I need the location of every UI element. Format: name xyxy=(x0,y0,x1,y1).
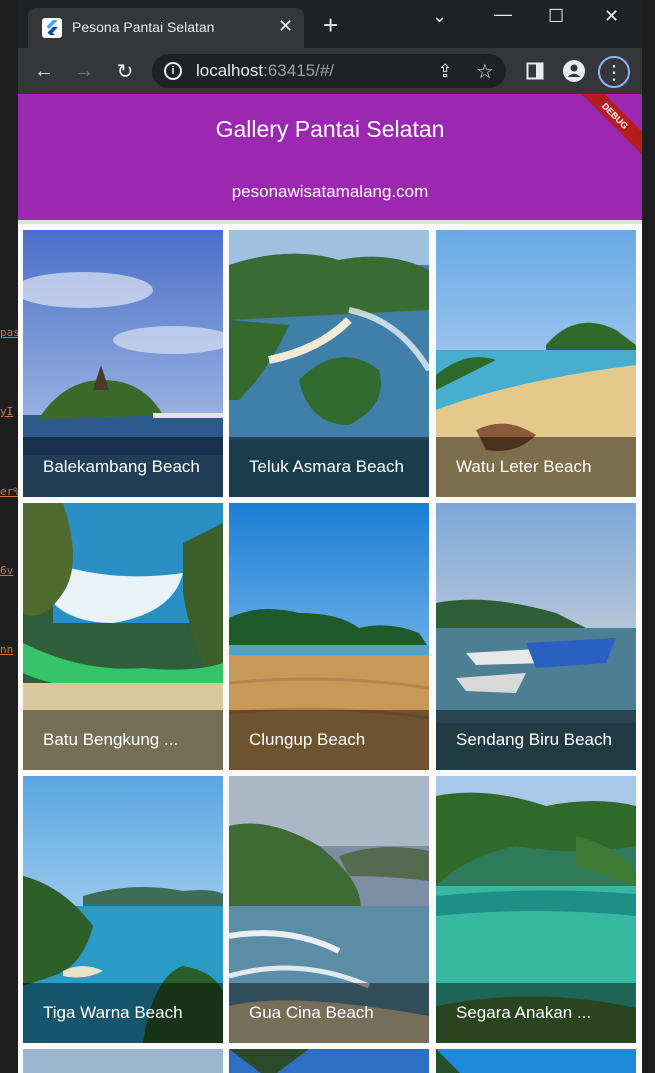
gallery-card[interactable]: Balekambang Beach xyxy=(23,230,223,497)
card-caption: Sendang Biru Beach xyxy=(436,710,636,770)
beach-photo xyxy=(229,1049,429,1073)
flutter-favicon-icon xyxy=(42,18,62,38)
card-title: Watu Leter Beach xyxy=(456,457,592,476)
background-editor-fragment: pas yI er% 6v nn xyxy=(0,0,18,1073)
profile-icon[interactable] xyxy=(561,58,587,84)
forward-button[interactable]: → xyxy=(71,58,97,84)
menu-kebab-icon[interactable]: ⋮ xyxy=(598,56,630,88)
new-tab-button[interactable]: + xyxy=(323,12,338,38)
gallery-card-partial[interactable] xyxy=(23,1049,223,1073)
card-caption: Segara Anakan ... xyxy=(436,983,636,1043)
browser-window: Pesona Pantai Selatan ✕ + ⌄ — ☐ ✕ ← → ↻ … xyxy=(18,0,642,1073)
gallery-card[interactable]: Watu Leter Beach xyxy=(436,230,636,497)
page-subtitle: pesonawisatamalang.com xyxy=(231,182,429,201)
app-bar: Gallery Pantai Selatan pesonawisatamalan… xyxy=(18,94,642,220)
card-title: Sendang Biru Beach xyxy=(456,730,612,749)
share-icon[interactable]: ⇪ xyxy=(432,58,458,84)
url-text[interactable]: localhost:63415/#/ xyxy=(196,61,334,81)
tab-active[interactable]: Pesona Pantai Selatan ✕ xyxy=(28,8,304,48)
divider xyxy=(18,220,642,224)
tab-search-chevron-icon[interactable]: ⌄ xyxy=(432,6,447,27)
card-title: Batu Bengkung ... xyxy=(43,730,179,749)
card-title: Tiga Warna Beach xyxy=(43,1003,183,1022)
card-caption: Balekambang Beach xyxy=(23,437,223,497)
site-info-icon[interactable]: i xyxy=(164,62,182,80)
bookmark-star-icon[interactable]: ☆ xyxy=(472,58,498,84)
gallery-card[interactable]: Gua Cina Beach xyxy=(229,776,429,1043)
maximize-button[interactable]: ☐ xyxy=(548,6,564,27)
card-title: Segara Anakan ... xyxy=(456,1003,592,1022)
gallery-card[interactable]: Segara Anakan ... xyxy=(436,776,636,1043)
gallery-card[interactable]: Clungup Beach xyxy=(229,503,429,770)
card-title: Clungup Beach xyxy=(249,730,366,749)
tab-strip: Pesona Pantai Selatan ✕ + ⌄ — ☐ ✕ xyxy=(18,0,642,48)
card-title: Balekambang Beach xyxy=(43,457,200,476)
gallery-card[interactable]: Batu Bengkung ... xyxy=(23,503,223,770)
card-caption: Batu Bengkung ... xyxy=(23,710,223,770)
card-caption: Watu Leter Beach xyxy=(436,437,636,497)
tab-close-icon[interactable]: ✕ xyxy=(278,16,293,36)
gallery-card[interactable]: Sendang Biru Beach xyxy=(436,503,636,770)
gallery-card-partial[interactable] xyxy=(436,1049,636,1073)
card-caption: Teluk Asmara Beach xyxy=(229,437,429,497)
browser-toolbar: ← → ↻ i localhost:63415/#/ ⇪ ☆ ⋮ xyxy=(18,48,642,94)
minimize-button[interactable]: — xyxy=(494,4,512,25)
tab-title: Pesona Pantai Selatan xyxy=(72,19,215,35)
gallery-card-partial[interactable] xyxy=(229,1049,429,1073)
gallery-card[interactable]: Teluk Asmara Beach xyxy=(229,230,429,497)
gallery-card[interactable]: Tiga Warna Beach xyxy=(23,776,223,1043)
page-title: Gallery Pantai Selatan xyxy=(215,116,445,142)
card-title: Teluk Asmara Beach xyxy=(249,457,404,476)
beach-photo xyxy=(23,1049,223,1073)
web-page: Gallery Pantai Selatan pesonawisatamalan… xyxy=(18,94,642,1073)
beach-photo xyxy=(436,1049,636,1073)
close-window-button[interactable]: ✕ xyxy=(604,6,619,27)
card-caption: Tiga Warna Beach xyxy=(23,983,223,1043)
background-window-edge xyxy=(642,0,655,1073)
reload-button[interactable]: ↻ xyxy=(112,58,138,84)
card-caption: Clungup Beach xyxy=(229,710,429,770)
side-panel-icon[interactable] xyxy=(522,58,548,84)
card-title: Gua Cina Beach xyxy=(249,1003,374,1022)
back-button[interactable]: ← xyxy=(31,58,57,84)
card-caption: Gua Cina Beach xyxy=(229,983,429,1043)
